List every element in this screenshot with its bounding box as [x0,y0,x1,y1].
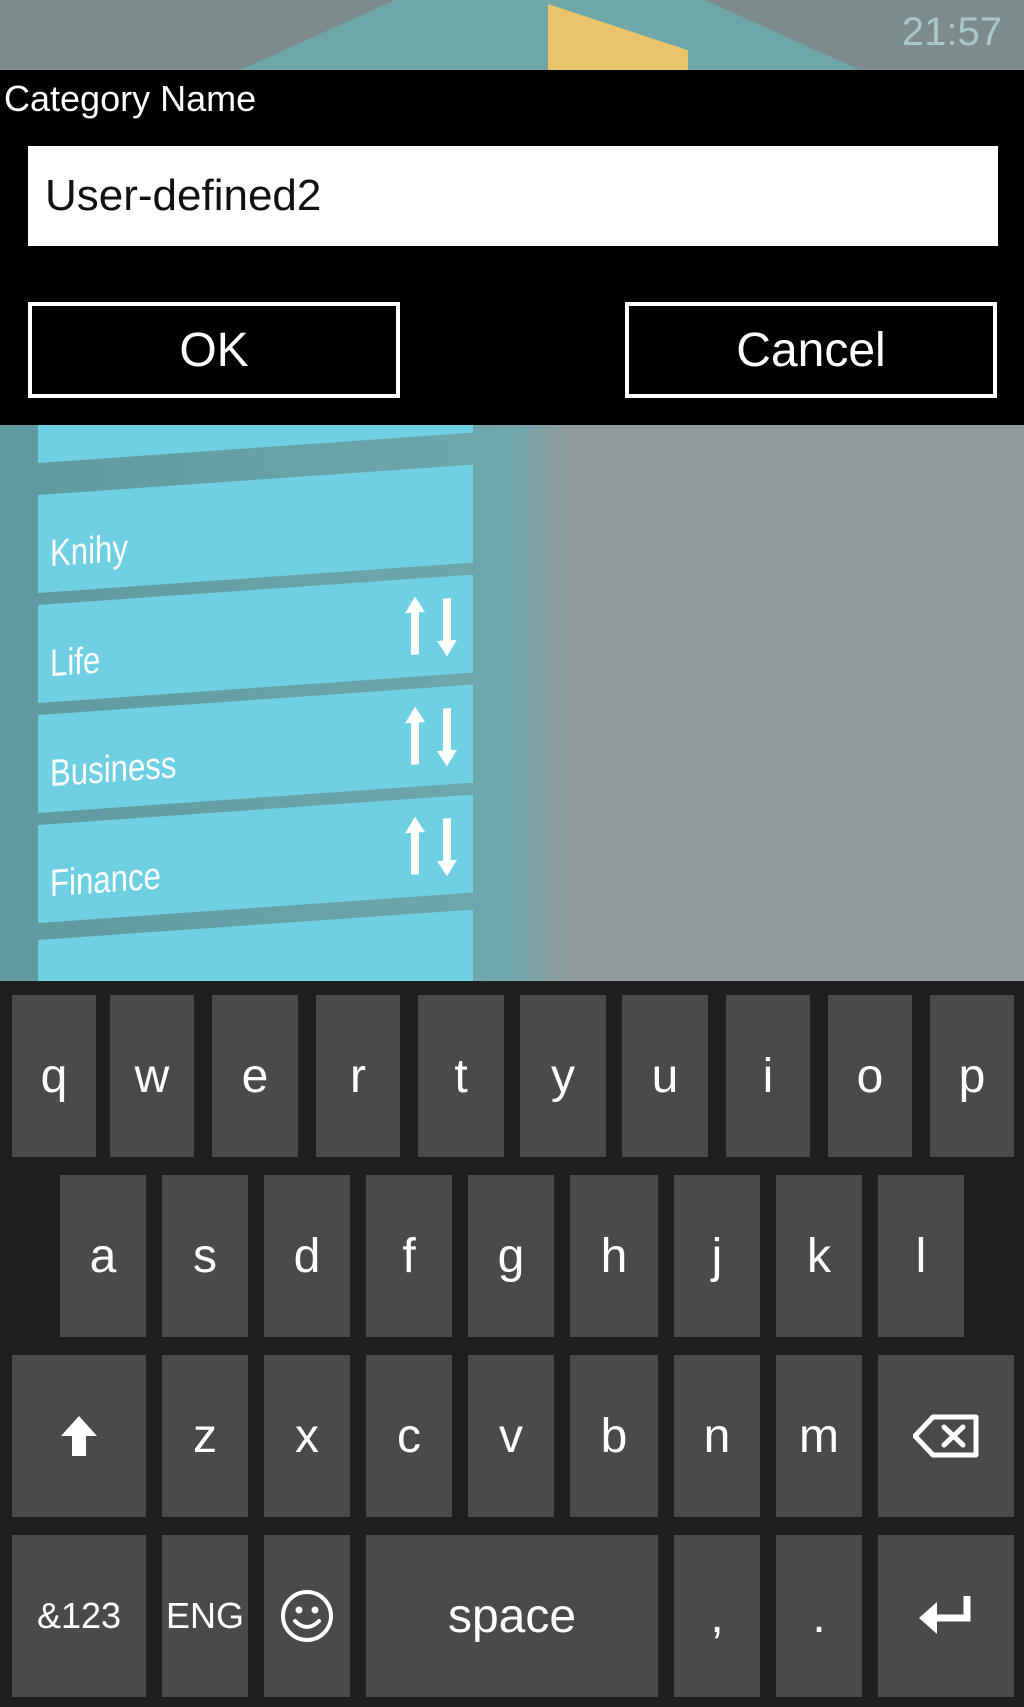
key-o[interactable]: o [828,995,912,1157]
language-key[interactable]: ENG [162,1535,248,1697]
list-item-label: Finance [50,855,161,906]
enter-arrow-icon [919,1596,971,1634]
on-screen-keyboard: q w e r t y u i o p a s d f g h j k l z … [0,981,1024,1707]
key-d[interactable]: d [264,1175,350,1337]
reorder-arrows-icon[interactable] [403,699,461,773]
reorder-arrows-icon[interactable] [403,809,461,883]
period-key[interactable]: . [776,1535,862,1697]
key-x[interactable]: x [264,1355,350,1517]
key-m[interactable]: m [776,1355,862,1517]
key-z[interactable]: z [162,1355,248,1517]
dialog-title: Category Name [4,78,257,119]
list-item[interactable]: Knihy [38,464,473,593]
emoji-key[interactable] [264,1535,350,1697]
key-a[interactable]: a [60,1175,146,1337]
key-i[interactable]: i [726,995,810,1157]
key-g[interactable]: g [468,1175,554,1337]
shift-key[interactable] [12,1355,146,1517]
shift-arrow-icon [61,1416,97,1456]
list-item[interactable] [38,909,473,985]
list-item[interactable]: Life [38,574,473,703]
reorder-arrows-icon[interactable] [403,589,461,663]
symbols-key[interactable]: &123 [12,1535,146,1697]
key-w[interactable]: w [110,995,194,1157]
category-name-input[interactable] [28,146,998,246]
list-item-label: Knihy [50,527,128,576]
key-h[interactable]: h [570,1175,658,1337]
key-y[interactable]: y [520,995,606,1157]
backspace-icon [913,1414,979,1458]
list-item-label: Life [50,639,101,686]
space-key[interactable]: space [366,1535,658,1697]
cancel-button[interactable]: Cancel [625,302,997,398]
list-item-label: Business [50,744,177,796]
key-v[interactable]: v [468,1355,554,1517]
smiley-icon [281,1590,333,1642]
key-u[interactable]: u [622,995,708,1157]
category-name-dialog: Category Name OK Cancel [0,70,1024,425]
key-k[interactable]: k [776,1175,862,1337]
key-t[interactable]: t [418,995,504,1157]
ok-button[interactable]: OK [28,302,400,398]
backspace-key[interactable] [878,1355,1014,1517]
key-l[interactable]: l [878,1175,964,1337]
comma-key[interactable]: , [674,1535,760,1697]
key-s[interactable]: s [162,1175,248,1337]
key-b[interactable]: b [570,1355,658,1517]
key-j[interactable]: j [674,1175,760,1337]
key-n[interactable]: n [674,1355,760,1517]
key-f[interactable]: f [366,1175,452,1337]
list-item[interactable]: Business [38,684,473,813]
list-item[interactable] [38,425,473,463]
category-list: Knihy Life Business Finance [0,425,540,985]
key-e[interactable]: e [212,995,298,1157]
key-r[interactable]: r [316,995,400,1157]
status-bar: 21:57 [0,0,1024,70]
key-q[interactable]: q [12,995,96,1157]
key-c[interactable]: c [366,1355,452,1517]
key-p[interactable]: p [930,995,1014,1157]
clock: 21:57 [901,10,1002,54]
enter-key[interactable] [878,1535,1014,1697]
list-item[interactable]: Finance [38,794,473,923]
